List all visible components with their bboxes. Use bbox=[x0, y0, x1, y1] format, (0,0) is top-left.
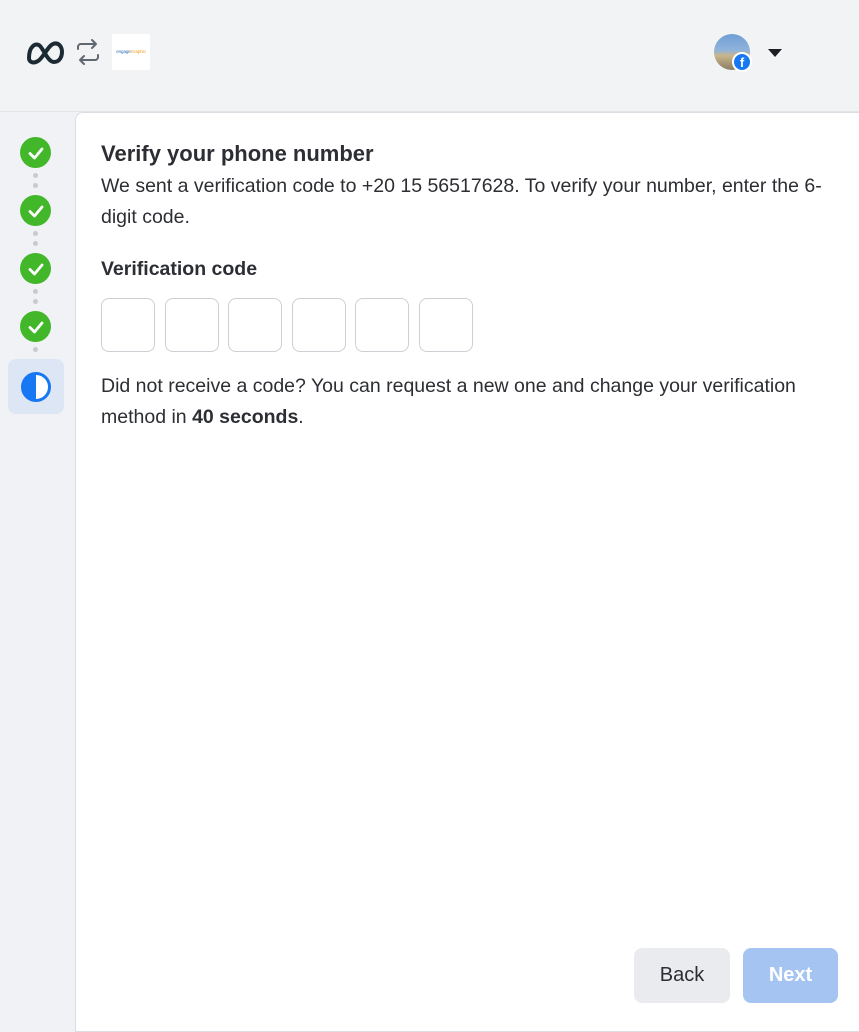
code-digit-5[interactable] bbox=[355, 298, 409, 352]
code-digit-3[interactable] bbox=[228, 298, 282, 352]
brand-logo: engage Graphic bbox=[112, 34, 150, 70]
top-bar: engage Graphic f bbox=[0, 0, 859, 112]
step-connector bbox=[33, 347, 38, 357]
page-title: Verify your phone number bbox=[101, 141, 374, 166]
step-complete-check-icon bbox=[20, 137, 51, 168]
code-digit-4[interactable] bbox=[291, 298, 346, 352]
half-circle-icon bbox=[21, 372, 51, 402]
verification-card: Verify your phone number We sent a verif… bbox=[75, 112, 859, 1032]
code-digit-2[interactable] bbox=[164, 298, 219, 352]
step-complete-check-icon bbox=[20, 311, 51, 342]
step-connector bbox=[33, 173, 38, 193]
step-current bbox=[8, 359, 64, 414]
step-complete-check-icon bbox=[20, 253, 51, 284]
code-digit-1[interactable] bbox=[101, 298, 155, 352]
progress-stepper bbox=[0, 112, 75, 1024]
resend-notice: Did not receive a code? You can request … bbox=[101, 375, 796, 428]
back-button[interactable]: Back bbox=[634, 948, 730, 1003]
next-button[interactable]: Next bbox=[743, 948, 838, 1003]
step-complete-check-icon bbox=[20, 195, 51, 226]
step-connector bbox=[33, 231, 38, 251]
verification-code-input bbox=[101, 298, 482, 352]
countdown-timer: 40 seconds bbox=[192, 406, 299, 428]
caret-down-icon[interactable] bbox=[767, 48, 783, 58]
code-digit-6[interactable] bbox=[418, 298, 473, 352]
step-connector bbox=[33, 289, 38, 309]
description-text: We sent a verification code to +20 15 56… bbox=[101, 175, 822, 228]
meta-logo-icon bbox=[27, 41, 64, 65]
verification-code-label: Verification code bbox=[101, 258, 258, 280]
swap-icon bbox=[77, 39, 99, 65]
facebook-icon: f bbox=[732, 52, 752, 72]
